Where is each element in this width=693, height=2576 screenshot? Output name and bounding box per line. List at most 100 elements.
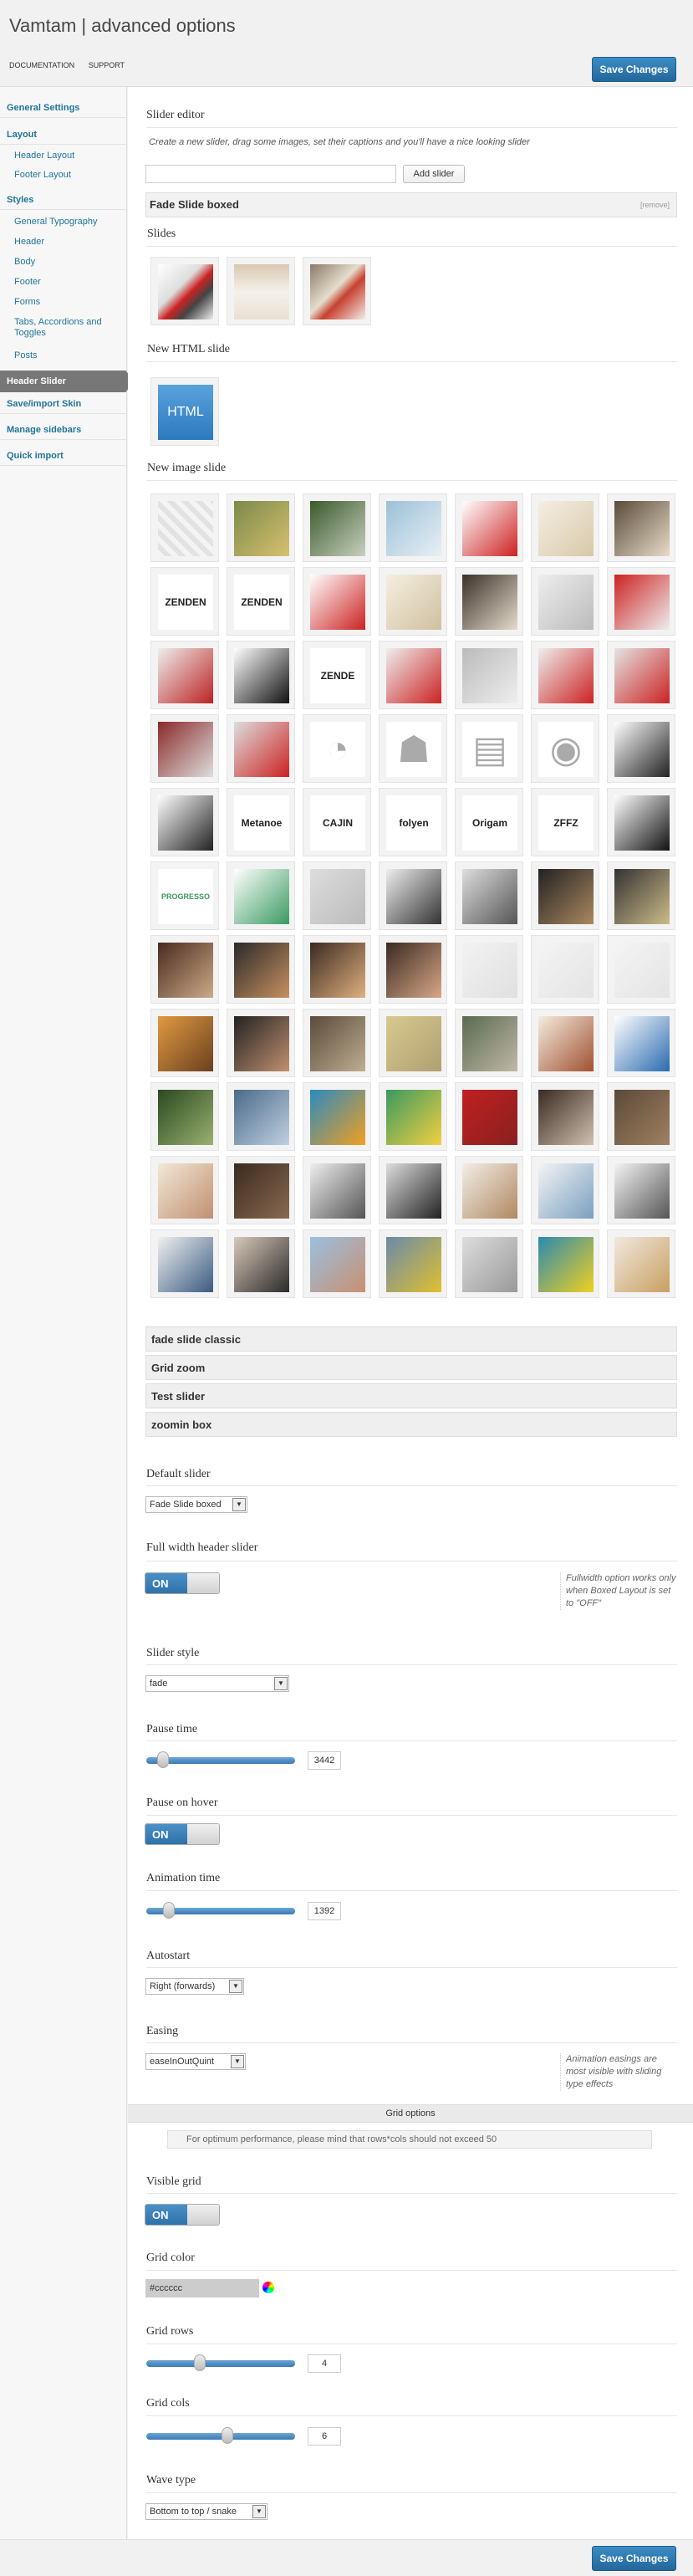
image-slide-thumb[interactable] <box>303 861 371 930</box>
animation-time-slider[interactable] <box>146 1902 295 1919</box>
save-changes-button-bottom[interactable]: Save Changes <box>592 2546 676 2571</box>
slider-handle[interactable] <box>222 2427 234 2444</box>
image-slide-thumb[interactable] <box>455 1082 523 1151</box>
slider-style-select[interactable]: fade ▼ <box>145 1675 289 1692</box>
image-slide-thumb[interactable] <box>607 935 675 1004</box>
support-link[interactable]: SUPPORT <box>89 61 125 69</box>
sidebar-item-quick-import[interactable]: Quick import <box>0 447 127 466</box>
pause-time-value[interactable]: 3442 <box>308 1751 341 1770</box>
image-slide-thumb[interactable] <box>150 493 219 562</box>
sidebar-item-manage-sidebars[interactable]: Manage sidebars <box>0 421 127 440</box>
grid-cols-slider[interactable] <box>146 2427 295 2444</box>
image-slide-thumb[interactable] <box>455 567 523 636</box>
image-slide-thumb[interactable] <box>531 641 599 709</box>
image-slide-thumb[interactable] <box>531 493 599 562</box>
image-slide-thumb[interactable] <box>227 1156 295 1224</box>
image-slide-thumb[interactable] <box>227 641 295 709</box>
sidebar-item-tabs-accordions-toggles[interactable]: Tabs, Accordions and Toggles <box>14 317 119 339</box>
image-slide-thumb[interactable] <box>607 1156 675 1224</box>
sidebar-item-styles[interactable]: Styles <box>0 191 127 210</box>
slide-thumb[interactable] <box>303 257 371 325</box>
image-slide-thumb[interactable] <box>455 1156 523 1224</box>
image-slide-thumb[interactable]: ◔ <box>303 714 371 783</box>
image-slide-thumb[interactable] <box>531 1156 599 1224</box>
image-slide-thumb[interactable] <box>227 1082 295 1151</box>
image-slide-thumb[interactable] <box>531 1082 599 1151</box>
animation-time-value[interactable]: 1392 <box>308 1902 341 1920</box>
image-slide-thumb[interactable]: ◉ <box>531 714 599 783</box>
image-slide-thumb[interactable] <box>607 714 675 783</box>
new-slider-name-input[interactable] <box>145 165 396 183</box>
image-slide-thumb[interactable] <box>379 1082 447 1151</box>
grid-color-input[interactable]: #cccccc <box>145 2279 259 2297</box>
image-slide-thumb[interactable] <box>379 1009 447 1077</box>
image-slide-thumb[interactable] <box>227 493 295 562</box>
image-slide-thumb[interactable]: ZENDEN <box>227 567 295 636</box>
sidebar-item-save-import-skin[interactable]: Save/import Skin <box>0 395 127 414</box>
sidebar-item-general-settings[interactable]: General Settings <box>0 99 127 118</box>
image-slide-thumb[interactable] <box>150 641 219 709</box>
image-slide-thumb[interactable]: ☗ <box>379 714 447 783</box>
slider-accordion-test-slider[interactable]: Test slider <box>145 1383 677 1408</box>
image-slide-thumb[interactable] <box>303 1229 371 1298</box>
image-slide-thumb[interactable] <box>379 641 447 709</box>
image-slide-thumb[interactable] <box>531 567 599 636</box>
image-slide-thumb[interactable] <box>379 935 447 1004</box>
grid-cols-value[interactable]: 6 <box>308 2427 341 2446</box>
add-slider-button[interactable]: Add slider <box>403 165 465 183</box>
html-slide-thumb[interactable]: HTML <box>150 377 219 446</box>
sidebar-item-forms[interactable]: Forms <box>14 297 119 308</box>
image-slide-thumb[interactable] <box>379 493 447 562</box>
image-slide-thumb[interactable] <box>379 861 447 930</box>
sidebar-item-header[interactable]: Header <box>14 237 119 248</box>
slider-panel-fade-slide-boxed[interactable]: Fade Slide boxed [remove] <box>145 192 677 217</box>
image-slide-thumb[interactable] <box>607 1082 675 1151</box>
image-slide-thumb[interactable] <box>379 1156 447 1224</box>
image-slide-thumb[interactable] <box>303 1082 371 1151</box>
image-slide-thumb[interactable] <box>150 1229 219 1298</box>
image-slide-thumb[interactable] <box>379 567 447 636</box>
image-slide-thumb[interactable]: ▤ <box>455 714 523 783</box>
image-slide-thumb[interactable] <box>227 714 295 783</box>
image-slide-thumb[interactable] <box>607 1009 675 1077</box>
image-slide-thumb[interactable] <box>303 1009 371 1077</box>
image-slide-thumb[interactable] <box>607 567 675 636</box>
slider-accordion-fade-slide-classic[interactable]: fade slide classic <box>145 1326 677 1352</box>
sidebar-item-header-layout[interactable]: Header Layout <box>14 151 119 161</box>
grid-rows-slider[interactable] <box>146 2354 295 2371</box>
slide-thumb[interactable] <box>227 257 295 325</box>
sidebar-item-posts[interactable]: Posts <box>14 350 119 361</box>
image-slide-thumb[interactable] <box>150 1082 219 1151</box>
image-slide-thumb[interactable] <box>455 1229 523 1298</box>
image-slide-thumb[interactable] <box>607 788 675 856</box>
wave-type-select[interactable]: Bottom to top / snake ▼ <box>145 2503 268 2520</box>
image-slide-thumb[interactable]: ZENDE <box>303 641 371 709</box>
color-picker-icon[interactable] <box>262 2282 274 2293</box>
image-slide-thumb[interactable]: PROGRESSO <box>150 861 219 930</box>
image-slide-thumb[interactable] <box>455 861 523 930</box>
pause-time-slider[interactable] <box>146 1751 295 1768</box>
sidebar-item-header-slider[interactable]: Header Slider <box>0 371 134 392</box>
image-slide-thumb[interactable] <box>607 1229 675 1298</box>
slider-handle[interactable] <box>194 2354 206 2371</box>
sidebar-item-general-typography[interactable]: General Typography <box>14 217 119 227</box>
sidebar-item-footer-layout[interactable]: Footer Layout <box>14 170 119 181</box>
image-slide-thumb[interactable] <box>607 641 675 709</box>
slider-accordion-grid-zoom[interactable]: Grid zoom <box>145 1355 677 1380</box>
remove-slider-link[interactable]: [remove] <box>640 193 670 217</box>
image-slide-thumb[interactable] <box>531 935 599 1004</box>
full-width-toggle[interactable]: ON <box>145 1572 220 1594</box>
image-slide-thumb[interactable] <box>303 567 371 636</box>
visible-grid-toggle[interactable]: ON <box>145 2204 220 2226</box>
image-slide-thumb[interactable]: ZENDEN <box>150 567 219 636</box>
image-slide-thumb[interactable]: Metanoe <box>227 788 295 856</box>
image-slide-thumb[interactable] <box>227 861 295 930</box>
documentation-link[interactable]: DOCUMENTATION <box>9 61 74 69</box>
image-slide-thumb[interactable] <box>455 641 523 709</box>
slider-accordion-zoomin-box[interactable]: zoomin box <box>145 1412 677 1437</box>
easing-select[interactable]: easeInOutQuint ▼ <box>145 2053 246 2070</box>
image-slide-thumb[interactable] <box>607 493 675 562</box>
save-changes-button[interactable]: Save Changes <box>592 57 676 82</box>
image-slide-thumb[interactable] <box>303 493 371 562</box>
grid-rows-value[interactable]: 4 <box>308 2354 341 2373</box>
